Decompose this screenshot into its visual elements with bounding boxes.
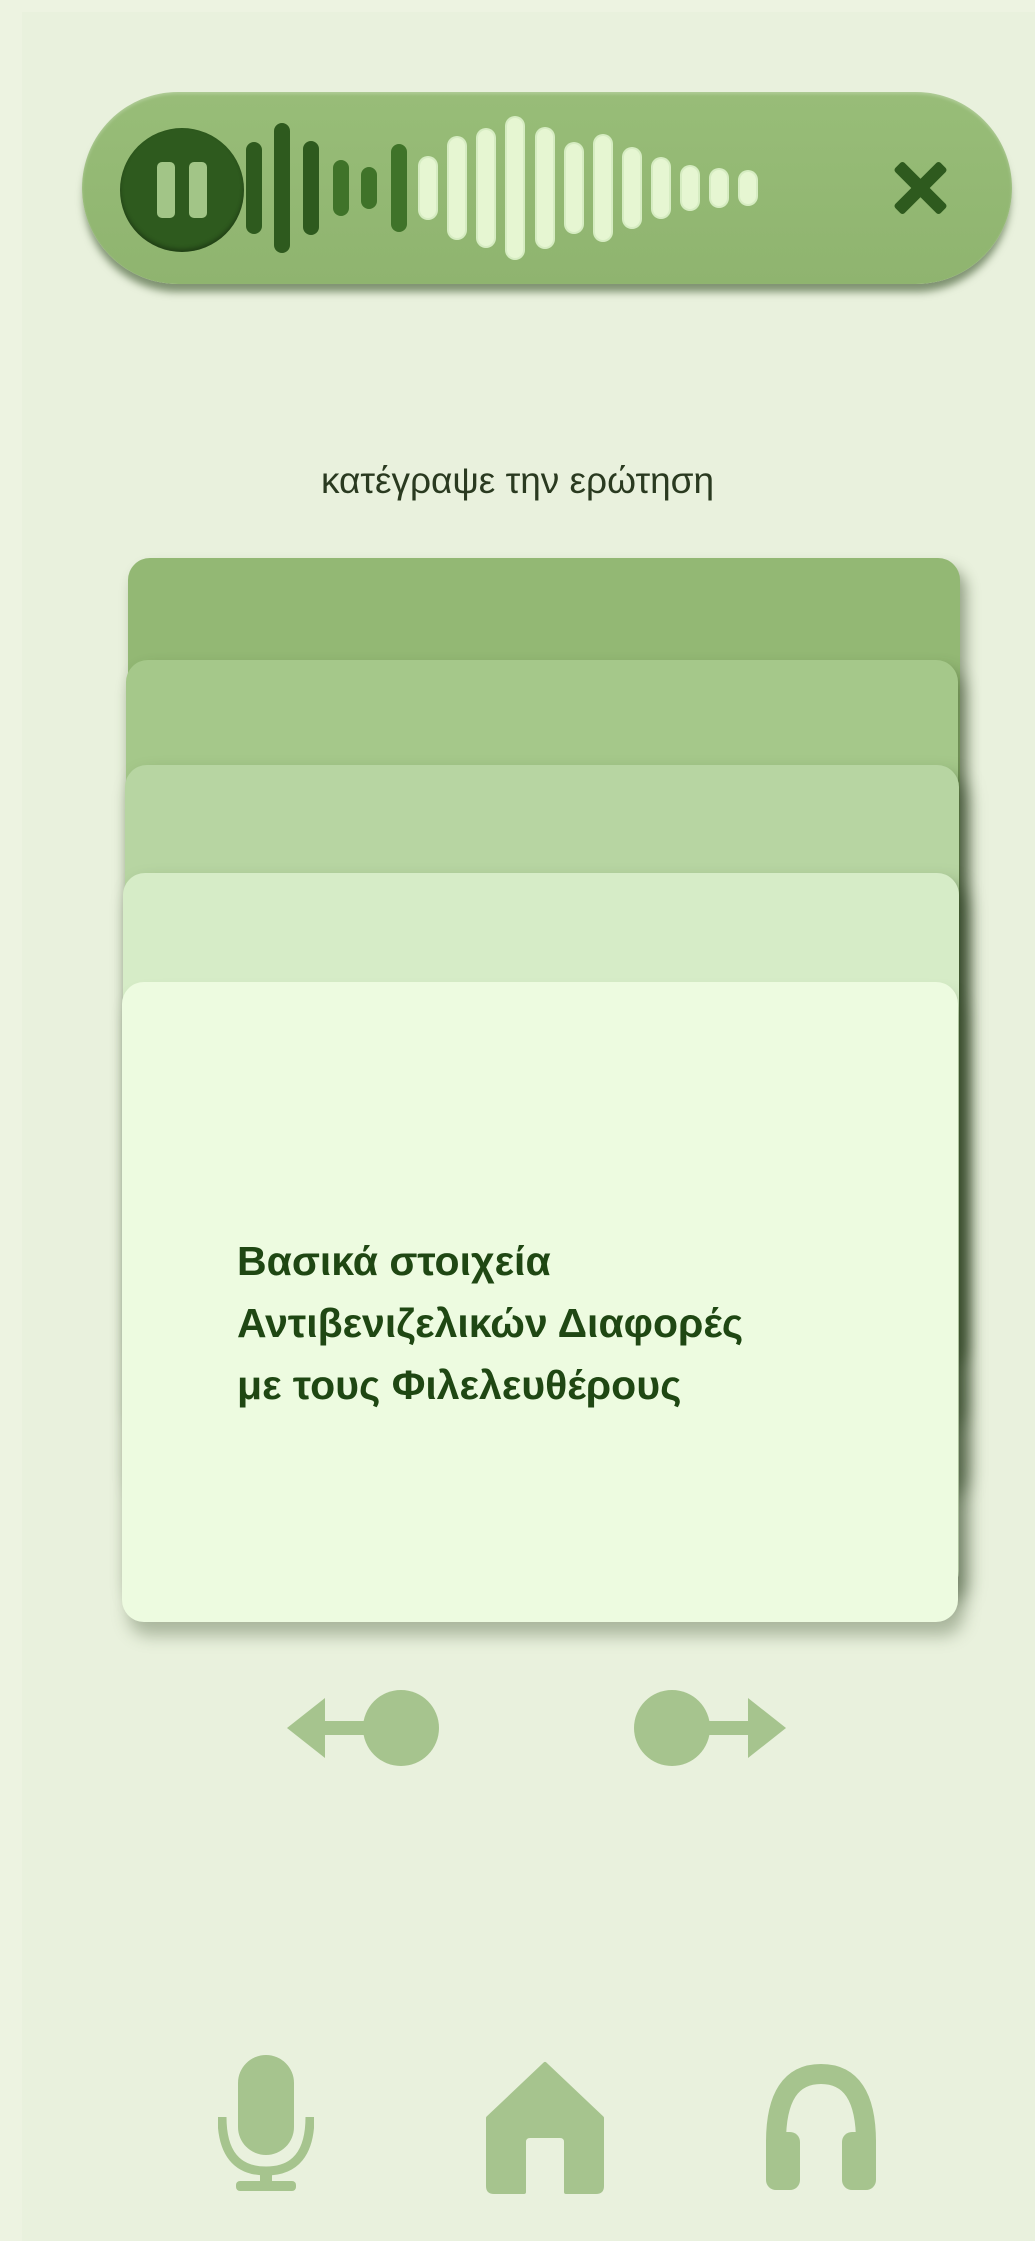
arrow-left-icon[interactable] [285,1683,445,1773]
waveform [82,92,1012,284]
question-line-1: Βασικά στοιχεία [237,1238,551,1284]
home-icon[interactable] [484,2060,606,2194]
waveform-bar [653,159,669,217]
waveform-bar [361,167,377,209]
waveform-bar [274,123,290,253]
waveform-bar [624,149,640,227]
waveform-bar [333,160,349,216]
waveform-bar [566,144,582,232]
waveform-bar [217,159,233,217]
headphones-icon[interactable] [762,2062,880,2192]
waveform-bar [740,172,756,204]
waveform-bar [246,142,262,234]
question-line-3: με τους Φιλελευθέρους [237,1362,682,1408]
question-card[interactable]: Βασικά στοιχεία Αντιβενιζελικών Διαφορές… [122,982,958,1622]
microphone-icon[interactable] [218,2055,314,2195]
close-icon[interactable] [890,158,950,218]
waveform-bar [478,130,494,246]
recording-bar [82,92,1012,284]
waveform-bar [507,118,523,258]
question-line-2: Αντιβενιζελικών Διαφορές [237,1300,744,1346]
waveform-bar [391,144,407,232]
question-text: Βασικά στοιχεία Αντιβενιζελικών Διαφορές… [237,1230,917,1416]
waveform-bar [537,129,553,247]
prompt-text: κατέγραψε την ερώτηση [320,460,715,501]
arrow-right-icon[interactable] [628,1683,788,1773]
waveform-bar [595,136,611,240]
waveform-bar [303,141,319,235]
waveform-bar [420,158,436,218]
waveform-bar [449,138,465,238]
waveform-bar [682,167,698,209]
waveform-bar [711,170,727,206]
